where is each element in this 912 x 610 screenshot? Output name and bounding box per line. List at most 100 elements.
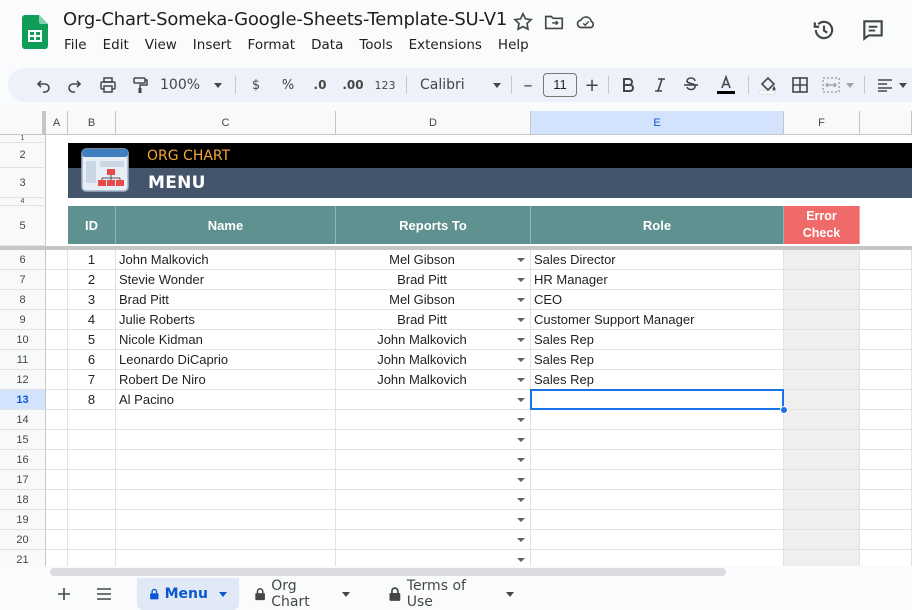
row-header-17[interactable]: 17 bbox=[0, 470, 46, 490]
increase-font-size-button[interactable]: + bbox=[582, 68, 602, 102]
cell-error-check[interactable] bbox=[784, 410, 860, 430]
scrollbar-thumb[interactable] bbox=[50, 568, 726, 576]
font-family-select[interactable]: Calibri bbox=[420, 68, 510, 102]
menu-help[interactable]: Help bbox=[490, 36, 537, 56]
cell-a[interactable] bbox=[46, 530, 68, 550]
dropdown-arrow-icon[interactable] bbox=[517, 538, 525, 542]
dropdown-arrow-icon[interactable] bbox=[517, 298, 525, 302]
cell-a[interactable] bbox=[46, 450, 68, 470]
spreadsheet-grid[interactable]: ABCDEF 1 2 3 4 5 6 7 8 9 10 11 12 13 14 15 16 17 18 19 20 21… bbox=[0, 111, 912, 566]
cell-g[interactable] bbox=[860, 430, 912, 450]
row-header-1[interactable]: 1 bbox=[0, 135, 46, 143]
cell-reports-to[interactable]: Brad Pitt bbox=[336, 270, 531, 290]
cell-g[interactable] bbox=[860, 290, 912, 310]
dropdown-arrow-icon[interactable] bbox=[517, 398, 525, 402]
cell-a[interactable] bbox=[46, 290, 68, 310]
cell-error-check[interactable] bbox=[784, 250, 860, 270]
cell-a[interactable] bbox=[46, 470, 68, 490]
cell-error-check[interactable] bbox=[784, 270, 860, 290]
decrease-font-size-button[interactable]: – bbox=[518, 68, 538, 102]
cell-id[interactable]: 7 bbox=[68, 370, 116, 390]
cell-role[interactable] bbox=[531, 550, 784, 566]
cell-a[interactable] bbox=[46, 490, 68, 510]
menu-data[interactable]: Data bbox=[303, 36, 351, 56]
format-currency-button[interactable]: $ bbox=[246, 68, 266, 102]
undo-icon[interactable] bbox=[32, 68, 56, 102]
dropdown-arrow-icon[interactable] bbox=[517, 558, 525, 562]
cell-a[interactable] bbox=[46, 370, 68, 390]
cell-id[interactable] bbox=[68, 550, 116, 566]
cell-role[interactable]: Sales Rep bbox=[531, 350, 784, 370]
cell-role[interactable] bbox=[531, 450, 784, 470]
decrease-decimal-button[interactable]: .0 bbox=[308, 68, 332, 102]
cell-id[interactable] bbox=[68, 470, 116, 490]
dropdown-arrow-icon[interactable] bbox=[517, 318, 525, 322]
column-header-a[interactable]: A bbox=[46, 111, 68, 135]
move-to-folder-icon[interactable] bbox=[543, 11, 565, 33]
cell-a[interactable] bbox=[46, 270, 68, 290]
cell-name[interactable] bbox=[116, 410, 336, 430]
print-icon[interactable] bbox=[96, 68, 120, 102]
cell-reports-to[interactable]: John Malkovich bbox=[336, 330, 531, 350]
cell-error-check[interactable] bbox=[784, 450, 860, 470]
row-header-15[interactable]: 15 bbox=[0, 430, 46, 450]
row-header-19[interactable]: 19 bbox=[0, 510, 46, 530]
cell-g[interactable] bbox=[860, 330, 912, 350]
dropdown-arrow-icon[interactable] bbox=[517, 338, 525, 342]
row-header-9[interactable]: 9 bbox=[0, 310, 46, 330]
dropdown-arrow-icon[interactable] bbox=[517, 458, 525, 462]
cell-a[interactable] bbox=[46, 550, 68, 566]
cell-id[interactable] bbox=[68, 450, 116, 470]
dropdown-arrow-icon[interactable] bbox=[517, 438, 525, 442]
dropdown-arrow-icon[interactable] bbox=[517, 278, 525, 282]
cell-id[interactable] bbox=[68, 530, 116, 550]
cell-a[interactable] bbox=[46, 330, 68, 350]
cell-name[interactable]: Julie Roberts bbox=[116, 310, 336, 330]
version-history-icon[interactable] bbox=[811, 17, 837, 43]
sheets-logo-icon[interactable] bbox=[22, 15, 48, 49]
strikethrough-icon[interactable] bbox=[680, 68, 702, 102]
row-header-2[interactable]: 2 bbox=[0, 143, 46, 168]
cell-reports-to[interactable] bbox=[336, 410, 531, 430]
cell-name[interactable]: Nicole Kidman bbox=[116, 330, 336, 350]
cell-reports-to[interactable] bbox=[336, 390, 531, 410]
menu-view[interactable]: View bbox=[137, 36, 185, 56]
sheet-tab-menu[interactable]: Menu bbox=[137, 578, 239, 610]
select-all-corner[interactable] bbox=[0, 111, 46, 135]
cell-reports-to[interactable] bbox=[336, 450, 531, 470]
row-header-11[interactable]: 11 bbox=[0, 350, 46, 370]
cell-id[interactable] bbox=[68, 410, 116, 430]
cell-reports-to[interactable]: Mel Gibson bbox=[336, 250, 531, 270]
cell-role[interactable]: Sales Director bbox=[531, 250, 784, 270]
row-header-16[interactable]: 16 bbox=[0, 450, 46, 470]
cell-name[interactable] bbox=[116, 450, 336, 470]
cell-reports-to[interactable] bbox=[336, 490, 531, 510]
dropdown-arrow-icon[interactable] bbox=[517, 518, 525, 522]
cell-id[interactable]: 8 bbox=[68, 390, 116, 410]
cell-g[interactable] bbox=[860, 490, 912, 510]
cell-id[interactable] bbox=[68, 430, 116, 450]
cell-id[interactable]: 1 bbox=[68, 250, 116, 270]
cell-error-check[interactable] bbox=[784, 330, 860, 350]
menu-tools[interactable]: Tools bbox=[351, 36, 400, 56]
cell-a[interactable] bbox=[46, 430, 68, 450]
cell-reports-to[interactable] bbox=[336, 530, 531, 550]
column-header-d[interactable]: D bbox=[336, 111, 531, 135]
cell-role[interactable]: Sales Rep bbox=[531, 330, 784, 350]
row-header-5[interactable]: 5 bbox=[0, 206, 46, 246]
chevron-down-icon[interactable] bbox=[342, 591, 350, 597]
text-color-icon[interactable] bbox=[713, 68, 739, 102]
cell-g[interactable] bbox=[860, 370, 912, 390]
sheet-tab-org-chart[interactable]: Org Chart bbox=[242, 578, 362, 610]
bold-icon[interactable] bbox=[618, 68, 638, 102]
zoom-select[interactable]: 100% bbox=[160, 68, 230, 102]
cell-id[interactable]: 4 bbox=[68, 310, 116, 330]
cell-a[interactable] bbox=[46, 350, 68, 370]
cell-a[interactable] bbox=[46, 390, 68, 410]
format-percent-button[interactable]: % bbox=[278, 68, 298, 102]
menu-format[interactable]: Format bbox=[240, 36, 304, 56]
menu-edit[interactable]: Edit bbox=[95, 36, 137, 56]
font-size-input[interactable]: 11 bbox=[543, 73, 577, 97]
cell-reports-to[interactable]: John Malkovich bbox=[336, 370, 531, 390]
comments-icon[interactable] bbox=[860, 17, 886, 43]
